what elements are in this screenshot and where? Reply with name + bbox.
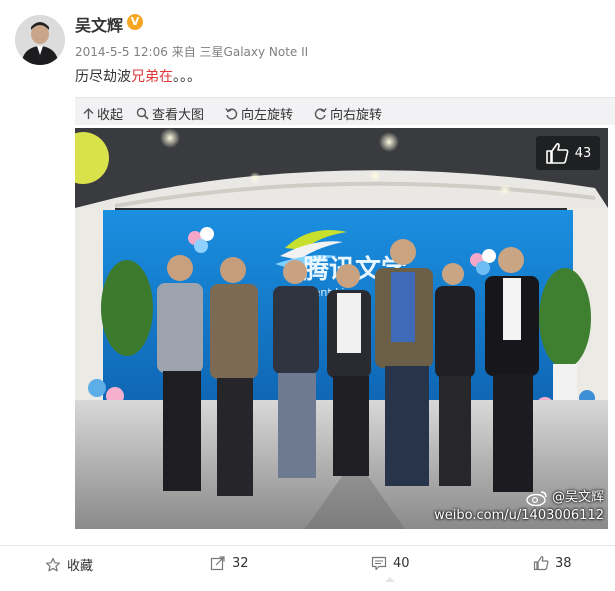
rotate-right-icon [314,108,327,120]
rotate-right-button[interactable]: 向右旋转 [314,104,382,123]
view-large-label: 查看大图 [152,108,205,123]
rotate-left-label: 向左旋转 [241,108,294,123]
comment-count: 40 [393,555,410,571]
post-meta: 2014-5-5 12:06 来自 三星Galaxy Note II [75,43,308,60]
collapse-button[interactable]: 收起 [83,104,123,123]
watermark-handle: @吴文辉 [551,490,604,505]
author-name[interactable]: 吴文辉 [75,12,123,36]
comment-button[interactable]: 40 [371,555,410,582]
like-count: 38 [555,555,572,571]
weibo-logo-icon [526,491,547,506]
magnifier-icon [136,107,149,120]
thumbs-up-icon [545,142,569,164]
post-timestamp[interactable]: 2014-5-5 12:06 [75,45,168,59]
post-text-before: 历尽劫波 [75,69,131,85]
favorite-button[interactable]: 收藏 [45,555,93,574]
verified-icon: V [127,14,143,30]
source-device[interactable]: 三星Galaxy Note II [200,45,309,59]
collapse-label: 收起 [97,108,124,123]
repost-count: 32 [232,555,249,571]
rotate-right-label: 向右旋转 [330,108,383,123]
post-actions-bar: 收藏 32 40 38 [0,545,615,582]
photo-image: 腾讯文学 Tencent Li [75,128,608,529]
photo-watermark: @吴文辉 weibo.com/u/1403006112 [434,489,604,525]
repost-icon [210,556,225,571]
post-header: 吴文辉 V 2014-5-5 12:06 来自 三星Galaxy Note II… [0,0,615,96]
star-icon [45,557,61,571]
photo-like-count: 43 [574,145,592,161]
rotate-left-button[interactable]: 向左旋转 [225,104,293,123]
image-toolbar: 收起 查看大图 向左旋转 向右旋转 [75,97,615,125]
favorite-label: 收藏 [67,559,94,574]
post-text-after: 。。。 [173,69,201,85]
watermark-url: weibo.com/u/1403006112 [434,508,604,523]
rotate-left-icon [225,108,238,120]
avatar[interactable] [15,15,65,65]
photo-like-button[interactable]: 43 [536,136,600,170]
post-text-highlight: 兄弟在 [131,69,173,85]
arrow-up-icon [83,107,94,119]
like-button[interactable]: 38 [533,555,572,571]
comment-icon [371,556,387,571]
source-prefix: 来自 [171,45,196,59]
post-photo[interactable]: 腾讯文学 Tencent Li [75,128,608,529]
thumbs-up-icon [533,556,549,571]
view-large-button[interactable]: 查看大图 [136,104,204,123]
repost-button[interactable]: 32 [210,555,249,571]
post-text: 历尽劫波兄弟在。。。 [75,66,201,86]
